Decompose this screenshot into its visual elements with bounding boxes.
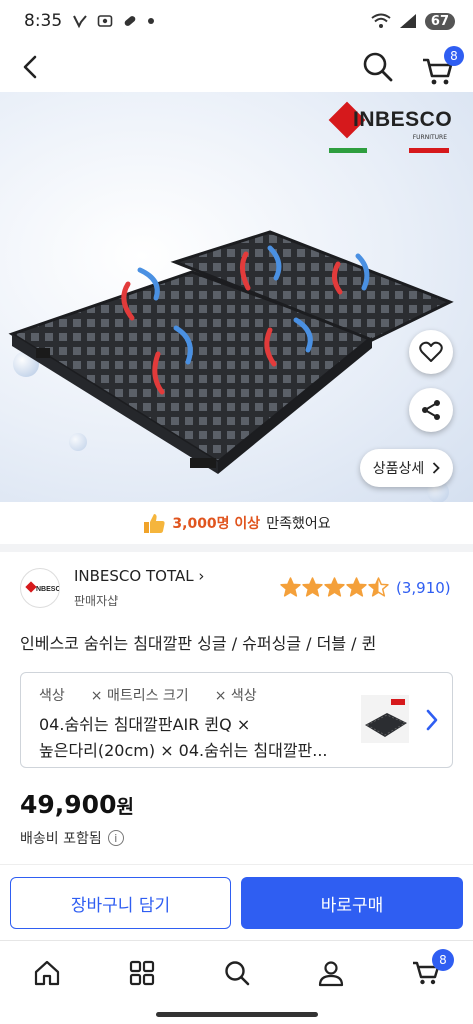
seller-row[interactable]: NBESCO INBESCO TOTAL › 판매자샵 (3,910) — [0, 560, 473, 616]
wifi-icon — [371, 13, 391, 28]
star-icon — [280, 577, 301, 597]
logo-green-bar — [329, 148, 367, 153]
product-detail-button[interactable]: 상품상세 — [360, 449, 453, 487]
seller-chevron-icon: › — [193, 567, 205, 585]
satisfaction-text: 만족했어요 — [266, 516, 331, 532]
option-thumbnail-image — [365, 699, 407, 737]
vpn-key-icon — [73, 15, 87, 29]
price-value: 49,900 — [20, 790, 117, 819]
option-chevron[interactable] — [421, 707, 443, 733]
option-selector[interactable]: 색상 × 매트리스 크기 × 색상 04.숨쉬는 침대깔판AIR 퀸Q × 높은… — [20, 672, 453, 768]
back-button[interactable] — [14, 50, 48, 84]
share-button[interactable] — [409, 388, 453, 432]
gesture-handle — [156, 1012, 318, 1017]
option-label-size: × 매트리스 크기 — [90, 688, 189, 704]
product-detail-label: 상품상세 — [372, 461, 425, 477]
section-divider — [0, 544, 473, 552]
nav-cart[interactable]: 8 — [408, 949, 454, 991]
cart-badge: 8 — [444, 46, 464, 66]
brand-logo: INBESCO FURNITURE — [328, 101, 453, 156]
bottom-nav: 8 — [0, 940, 473, 1004]
chevron-right-icon — [433, 462, 441, 474]
chevron-left-icon — [23, 55, 37, 79]
chevron-right-icon — [426, 709, 438, 731]
option-thumbnail — [361, 695, 409, 743]
nav-my-page[interactable] — [313, 955, 349, 991]
home-icon — [34, 960, 60, 986]
satisfaction-count: 3,000명 이상 — [172, 516, 261, 532]
seller-logo-icon: NBESCO — [25, 581, 67, 593]
share-icon — [422, 400, 440, 420]
thumbs-up-icon — [144, 514, 165, 533]
search-icon — [225, 961, 250, 986]
seller-type: 판매자샵 — [74, 594, 119, 608]
shipping-text: 배송비 포함됨 — [20, 831, 102, 847]
rating[interactable]: (3,910) — [280, 577, 451, 598]
status-time: 8:35 — [24, 11, 63, 31]
product-title: 인베스코 숨쉬는 침대깔판 싱글 / 슈퍼싱글 / 더블 / 퀸 — [20, 634, 377, 653]
logo-text: INBESCO — [353, 108, 453, 131]
logo-red-bar — [409, 148, 449, 153]
price-unit: 원 — [116, 796, 134, 818]
user-icon — [318, 961, 344, 987]
dot-icon — [148, 18, 155, 24]
star-icon — [346, 577, 367, 597]
signal-icon — [399, 14, 416, 28]
status-bar: 8:35 67 — [0, 0, 473, 42]
nav-home[interactable] — [29, 955, 65, 991]
app-header: 8 — [0, 42, 473, 92]
rating-stars — [280, 577, 389, 598]
status-icons — [72, 13, 155, 29]
pill-icon — [124, 16, 136, 26]
option-label-color2: × 색상 — [214, 688, 257, 704]
buy-now-button[interactable]: 바로구매 — [241, 877, 463, 929]
product-image[interactable]: INBESCO FURNITURE 상품상세 — [0, 92, 473, 502]
info-icon[interactable]: i — [107, 830, 124, 846]
option-label-color: 색상 — [39, 688, 65, 704]
star-icon — [324, 577, 345, 597]
option-value-line1: 04.숨쉬는 침대깔판AIR 퀸Q × — [39, 715, 251, 734]
nav-category[interactable] — [124, 955, 160, 991]
star-icon — [368, 577, 389, 597]
purchase-bar: 장바구니 담기 바로구매 — [0, 864, 473, 940]
gesture-bar — [0, 1004, 473, 1024]
cart-button[interactable]: 8 — [420, 46, 464, 88]
option-value-line2: 높은다리(20cm) × 04.숨쉬는 침대깔판... — [39, 741, 328, 760]
svg-text:NBESCO: NBESCO — [36, 586, 59, 593]
heart-icon — [419, 341, 443, 362]
screenshot-icon — [97, 15, 113, 27]
category-icon — [129, 960, 155, 986]
seller-name: INBESCO TOTAL — [74, 567, 194, 585]
price: 49,900원 — [20, 790, 134, 819]
battery-indicator: 67 — [424, 12, 455, 30]
nav-cart-badge: 8 — [432, 949, 454, 971]
satisfaction-banner: 3,000명 이상 만족했어요 — [0, 502, 473, 544]
search-icon — [363, 52, 393, 82]
search-button[interactable] — [360, 49, 396, 85]
logo-subtext: FURNITURE — [412, 134, 447, 141]
add-to-cart-button[interactable]: 장바구니 담기 — [10, 877, 231, 929]
seller-logo[interactable]: NBESCO — [20, 568, 67, 608]
seller-name-link[interactable]: INBESCO TOTAL › — [74, 567, 204, 585]
nav-search[interactable] — [219, 955, 255, 991]
wishlist-button[interactable] — [409, 330, 453, 374]
star-icon — [302, 577, 323, 597]
shipping-info: 배송비 포함됨 i — [20, 828, 124, 848]
option-labels: 색상 × 매트리스 크기 × 색상 — [39, 685, 257, 705]
review-count[interactable]: (3,910) — [396, 579, 451, 597]
